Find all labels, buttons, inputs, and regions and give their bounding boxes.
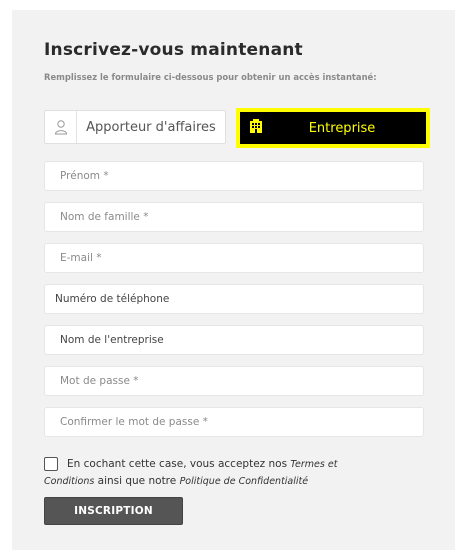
signup-button[interactable]: INSCRIPTION bbox=[44, 497, 183, 525]
account-type-entreprise-label: Entreprise bbox=[308, 120, 376, 136]
confirm-password-placeholder: Confirmer le mot de passe * bbox=[60, 416, 208, 428]
consent-text: En cochant cette case, vous acceptez nos… bbox=[44, 456, 407, 490]
consent-text-before: En cochant cette case, vous acceptez nos bbox=[67, 458, 291, 470]
consent-checkbox[interactable] bbox=[44, 457, 58, 471]
email-field[interactable]: E-mail * bbox=[44, 243, 424, 273]
last-name-field[interactable]: Nom de famille * bbox=[44, 202, 424, 232]
password-field[interactable]: Mot de passe * bbox=[44, 366, 424, 396]
password-placeholder: Mot de passe * bbox=[60, 375, 139, 387]
account-type-apporteur-label: Apporteur d'affaires bbox=[86, 119, 216, 135]
building-icon bbox=[248, 117, 264, 135]
account-type-selector: Apporteur d'affaires Entreprise bbox=[44, 108, 430, 152]
last-name-placeholder: Nom de famille * bbox=[60, 211, 149, 223]
terms-link-part1[interactable]: Termes et bbox=[290, 459, 337, 470]
account-type-entreprise[interactable]: Entreprise bbox=[236, 108, 430, 148]
company-field[interactable]: Nom de l'entreprise bbox=[44, 325, 424, 355]
phone-field[interactable]: Numéro de téléphone bbox=[44, 284, 424, 314]
confirm-password-field[interactable]: Confirmer le mot de passe * bbox=[44, 407, 424, 437]
user-icon bbox=[45, 111, 77, 143]
privacy-policy-link[interactable]: Politique de Confidentialité bbox=[180, 476, 309, 487]
email-placeholder: E-mail * bbox=[60, 252, 102, 264]
phone-placeholder: Numéro de téléphone bbox=[55, 293, 170, 305]
account-type-apporteur[interactable]: Apporteur d'affaires bbox=[44, 110, 226, 144]
company-placeholder: Nom de l'entreprise bbox=[60, 334, 164, 346]
consent-text-middle: ainsi que notre bbox=[94, 475, 180, 487]
terms-link-part2[interactable]: Conditions bbox=[44, 476, 94, 487]
signup-panel: Inscrivez-vous maintenant Remplissez le … bbox=[12, 10, 455, 550]
form-title: Inscrivez-vous maintenant bbox=[44, 40, 303, 60]
first-name-field[interactable]: Prénom * bbox=[44, 161, 424, 191]
first-name-placeholder: Prénom * bbox=[60, 170, 109, 182]
form-subtitle: Remplissez le formulaire ci-dessous pour… bbox=[44, 72, 377, 82]
